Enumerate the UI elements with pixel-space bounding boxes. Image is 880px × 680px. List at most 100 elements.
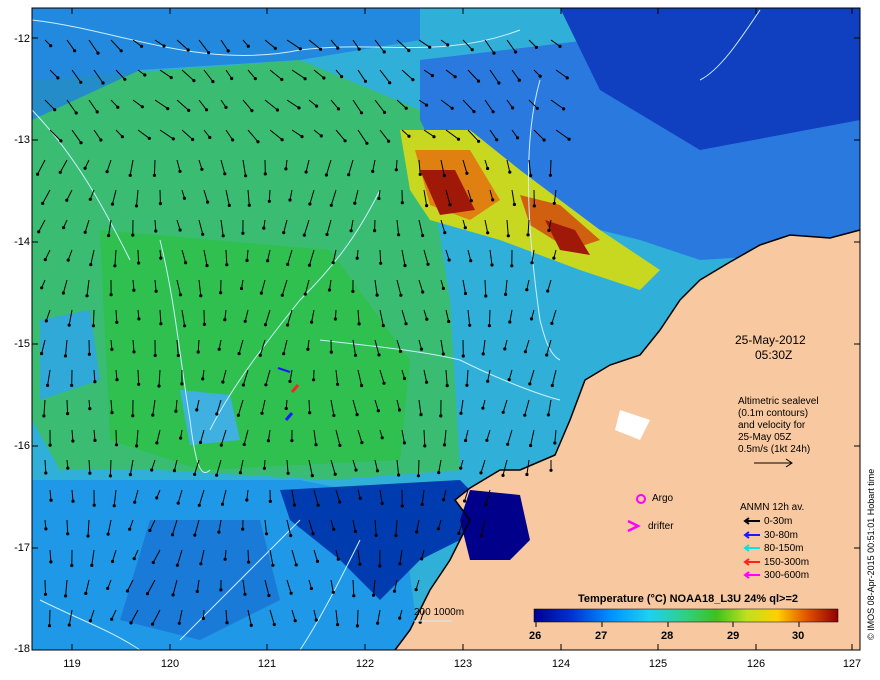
vector-head (256, 140, 260, 144)
vector-head (266, 259, 270, 263)
velocity-vector (137, 249, 140, 264)
vector-head (221, 234, 225, 238)
vector-head (84, 591, 88, 596)
vector-head (186, 48, 190, 52)
vector-head (558, 44, 562, 49)
vector-head (359, 111, 364, 115)
vector-head (151, 622, 155, 626)
vector-head (310, 474, 314, 478)
vector-head (297, 106, 301, 110)
vector-head (538, 74, 542, 78)
vector-head (465, 171, 469, 175)
vector-head (398, 616, 402, 620)
vector-head (358, 562, 362, 566)
vector-head (338, 500, 342, 504)
vector-head (148, 528, 152, 533)
vector-head (169, 76, 173, 80)
vector-head (421, 290, 425, 294)
vector-head (447, 258, 451, 262)
y-tick-label: -14 (14, 236, 30, 248)
vector-head (425, 204, 429, 208)
vector-head (567, 137, 571, 141)
vector-head (331, 261, 335, 265)
vector-head (286, 262, 290, 266)
vector-head (153, 353, 157, 358)
vector-head (319, 47, 323, 51)
vector-head (355, 256, 359, 260)
vector-head (315, 104, 319, 108)
vector-head (353, 529, 357, 534)
vector-head (481, 406, 485, 410)
vector-head (178, 228, 182, 232)
vector-head (332, 413, 336, 418)
vector-head (360, 441, 364, 445)
vector-head (316, 503, 320, 507)
velocity-vector (66, 399, 69, 414)
vector-head (542, 138, 546, 142)
vector-head (286, 471, 290, 475)
vector-head (99, 138, 103, 142)
vector-head (89, 263, 93, 267)
vector-head (338, 443, 342, 447)
vector-head (48, 443, 52, 447)
vector-head (47, 624, 52, 628)
vector-head (137, 261, 141, 265)
vector-head (288, 198, 292, 202)
vector-head (324, 173, 328, 177)
vector-head (506, 234, 510, 238)
vector-head (353, 353, 358, 357)
note-line: and velocity for (738, 420, 806, 431)
vector-head (199, 294, 203, 298)
vector-head (470, 48, 474, 52)
vector-head (529, 443, 533, 448)
vector-head (71, 499, 75, 503)
vector-head (187, 108, 191, 112)
vector-head (303, 292, 307, 296)
vector-head (217, 530, 221, 534)
vector-head (510, 264, 514, 268)
vector-head (199, 562, 203, 566)
x-tick-label: 124 (551, 658, 571, 670)
vector-head (333, 472, 337, 476)
vector-head (40, 352, 44, 356)
vector-head (66, 412, 70, 416)
vector-head (105, 170, 109, 174)
vector-head (461, 354, 465, 358)
vector-head (247, 203, 251, 207)
vector-head (53, 108, 57, 112)
vector-head (352, 594, 356, 598)
vector-head (504, 292, 508, 296)
vector-head (268, 499, 272, 503)
vector-head (421, 233, 425, 238)
vector-head (514, 50, 518, 54)
vector-head (90, 563, 94, 568)
vector-head (354, 468, 358, 472)
vector-head (245, 258, 249, 263)
vector-head (238, 471, 242, 475)
vector-head (36, 172, 40, 176)
vector-head (402, 376, 407, 381)
vector-head (484, 294, 488, 298)
vector-head (442, 174, 446, 178)
vector-head (40, 286, 44, 290)
vector-head (314, 618, 318, 622)
vector-head (70, 563, 74, 568)
vector-head (241, 527, 245, 531)
vector-head (207, 51, 211, 55)
vector-head (219, 588, 223, 592)
vector-head (114, 443, 119, 447)
vector-head (220, 502, 225, 506)
vector-head (262, 466, 266, 470)
vector-head (319, 134, 323, 138)
vector-head (88, 407, 92, 411)
vector-head (79, 80, 83, 84)
vector-head (550, 321, 554, 325)
vector-head (244, 174, 248, 178)
vector-head (262, 226, 266, 230)
vector-head (155, 441, 159, 445)
vector-head (107, 234, 111, 238)
vector-head (273, 46, 277, 50)
vector-head (282, 231, 286, 235)
vector-head (315, 559, 320, 564)
vector-head (446, 43, 450, 47)
